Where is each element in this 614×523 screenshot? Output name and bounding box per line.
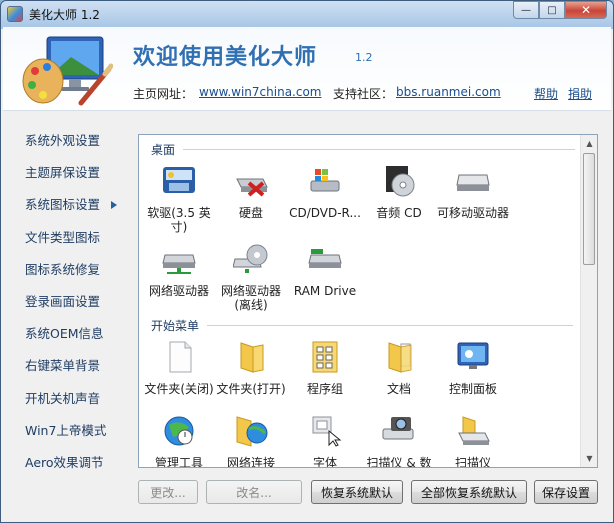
document-icon (169, 341, 192, 373)
sidebar-item-icon-repair[interactable]: 图标系统修复 (3, 254, 131, 286)
scroll-down-arrow-icon[interactable]: ▼ (581, 450, 597, 467)
icon-item-network-drive[interactable]: 网络驱动器 (143, 243, 215, 298)
icon-item-admin-tools[interactable]: 管理工具 (143, 415, 215, 468)
close-button[interactable]: ✕ (565, 1, 607, 19)
icon-item-label: 软驱(3.5 英寸) (147, 206, 211, 234)
community-label: 支持社区： (333, 87, 394, 101)
icon-item-label: RAM Drive (293, 284, 357, 298)
fonts-icon (312, 416, 342, 447)
sidebar-item-aero[interactable]: Aero效果调节 (3, 447, 131, 479)
floppy-drive-icon (163, 167, 195, 193)
section-desktop-label: 桌面 (151, 143, 176, 157)
icon-item-folder-open[interactable]: 文件夹(打开) (215, 341, 287, 396)
icon-item-scanner-camera[interactable]: 扫描仪 & 数码相机 (363, 415, 435, 468)
icon-item-cd-dvd[interactable]: CD/DVD-R... (289, 165, 361, 220)
icon-item-label: 扫描仪 (454, 456, 491, 468)
audio-cd-icon (386, 166, 415, 197)
control-panel-icon (457, 342, 489, 369)
icon-list-panel[interactable]: 桌面 软驱(3.5 英寸) 硬盘 CD/DVD-R... 音频 CD 可移动驱动… (138, 134, 598, 468)
icon-item-ram-drive[interactable]: RAM Drive (289, 243, 361, 298)
cd-dvd-drive-icon (310, 169, 340, 192)
removable-drive-icon (456, 174, 490, 191)
icon-item-label: 音频 CD (376, 206, 422, 220)
icon-item-removable[interactable]: 可移动驱动器 (437, 165, 509, 220)
sidebar-item-startup-sounds[interactable]: 开机关机声音 (3, 383, 131, 415)
sidebar-item-file-type-icons[interactable]: 文件类型图标 (3, 222, 131, 254)
save-settings-button[interactable]: 保存设置 (534, 480, 598, 504)
icon-item-label: 文件夹(关闭) (144, 382, 214, 396)
restore-all-default-button[interactable]: 全部恢复系统默认 (411, 480, 527, 504)
ram-drive-icon (308, 249, 342, 268)
section-start-label: 开始菜单 (151, 319, 200, 333)
sidebar-item-oem-info[interactable]: 系统OEM信息 (3, 318, 131, 350)
icon-item-label: 控制面板 (448, 382, 497, 396)
offline-network-drive-icon (232, 244, 268, 273)
documents-folder-icon (388, 342, 412, 373)
change-button[interactable]: 更改... (138, 480, 198, 504)
donate-link[interactable]: 捐助 (568, 85, 592, 102)
icon-item-label: CD/DVD-R... (289, 206, 361, 220)
icon-item-documents[interactable]: 文档 (363, 341, 435, 396)
maximize-button[interactable]: □ (539, 1, 565, 19)
icon-item-label: 字体 (312, 456, 337, 468)
window-title: 美化大师 1.2 (29, 8, 100, 22)
community-url-link[interactable]: bbs.ruanmei.com (396, 85, 501, 99)
app-window: 美化大师 1.2 — □ ✕ 欢迎使用美化大师 1.2 主页网址： www.wi… (0, 0, 614, 523)
hard-disk-icon (236, 178, 268, 197)
sidebar-item-appearance[interactable]: 系统外观设置 (3, 125, 131, 157)
scroll-up-arrow-icon[interactable]: ▲ (581, 135, 597, 152)
panel-scrollbar[interactable]: ▲ ▼ (580, 135, 597, 467)
admin-tools-icon (164, 416, 194, 446)
home-label: 主页网址： (133, 87, 194, 101)
palette-logo-icon (22, 36, 113, 106)
home-url-link[interactable]: www.win7china.com (199, 85, 321, 99)
icon-item-label: 文件夹(打开) (216, 382, 286, 396)
icon-item-label: 网络驱动器 (148, 284, 209, 298)
icon-item-control-panel[interactable]: 控制面板 (437, 341, 509, 396)
app-icon (7, 6, 23, 22)
icon-item-label: 网络连接 (226, 456, 275, 468)
icon-item-network-connections[interactable]: 网络连接 (215, 415, 287, 468)
scanner-icon (458, 416, 490, 445)
app-version: 1.2 (355, 51, 373, 64)
scanner-camera-icon (382, 417, 414, 440)
icon-item-audio-cd[interactable]: 音频 CD (363, 165, 435, 220)
icon-item-label: 程序组 (306, 382, 343, 396)
network-connections-icon (236, 416, 268, 447)
sidebar-nav: 系统外观设置 主题屏保设置 系统图标设置 文件类型图标 图标系统修复 登录画面设… (3, 125, 131, 479)
app-title: 欢迎使用美化大师 (133, 45, 318, 70)
sidebar-item-context-menu-bg[interactable]: 右键菜单背景 (3, 350, 131, 382)
icon-item-label: 网络驱动器(离线) (220, 284, 281, 312)
icon-item-fonts[interactable]: 字体 (289, 415, 361, 468)
sidebar-item-god-mode[interactable]: Win7上帝模式 (3, 415, 131, 447)
help-link[interactable]: 帮助 (534, 85, 558, 102)
sidebar-item-system-icons[interactable]: 系统图标设置 (3, 189, 131, 221)
icon-item-label: 扫描仪 & 数码相机 (366, 456, 432, 468)
icon-item-floppy[interactable]: 软驱(3.5 英寸) (143, 165, 215, 234)
icon-item-folder-closed[interactable]: 文件夹(关闭) (143, 341, 215, 396)
network-drive-icon (162, 254, 196, 274)
minimize-button[interactable]: — (513, 1, 539, 19)
header-banner: 欢迎使用美化大师 1.2 主页网址： www.win7china.com 支持社… (3, 27, 611, 111)
restore-default-button[interactable]: 恢复系统默认 (311, 480, 403, 504)
icon-item-label: 文档 (386, 382, 411, 396)
icon-item-label: 硬盘 (238, 206, 263, 220)
icon-item-label: 可移动驱动器 (437, 206, 510, 220)
folder-open-icon (240, 342, 264, 373)
program-group-icon (312, 341, 338, 373)
title-bar[interactable]: 美化大师 1.2 — □ ✕ (1, 1, 613, 27)
icon-item-offline-network-drive[interactable]: 网络驱动器(离线) (215, 243, 287, 312)
icon-item-program-group[interactable]: 程序组 (289, 341, 361, 396)
section-start-menu: 开始菜单 (151, 317, 574, 334)
sidebar-item-theme-screensaver[interactable]: 主题屏保设置 (3, 157, 131, 189)
scroll-thumb[interactable] (583, 153, 595, 265)
icon-item-label: 管理工具 (154, 456, 203, 468)
sidebar-item-login-screen[interactable]: 登录画面设置 (3, 286, 131, 318)
icon-item-scanner[interactable]: 扫描仪 (437, 415, 509, 468)
rename-button[interactable]: 改名... (206, 480, 302, 504)
icon-item-hard-disk[interactable]: 硬盘 (215, 165, 287, 220)
section-desktop: 桌面 (151, 141, 576, 158)
